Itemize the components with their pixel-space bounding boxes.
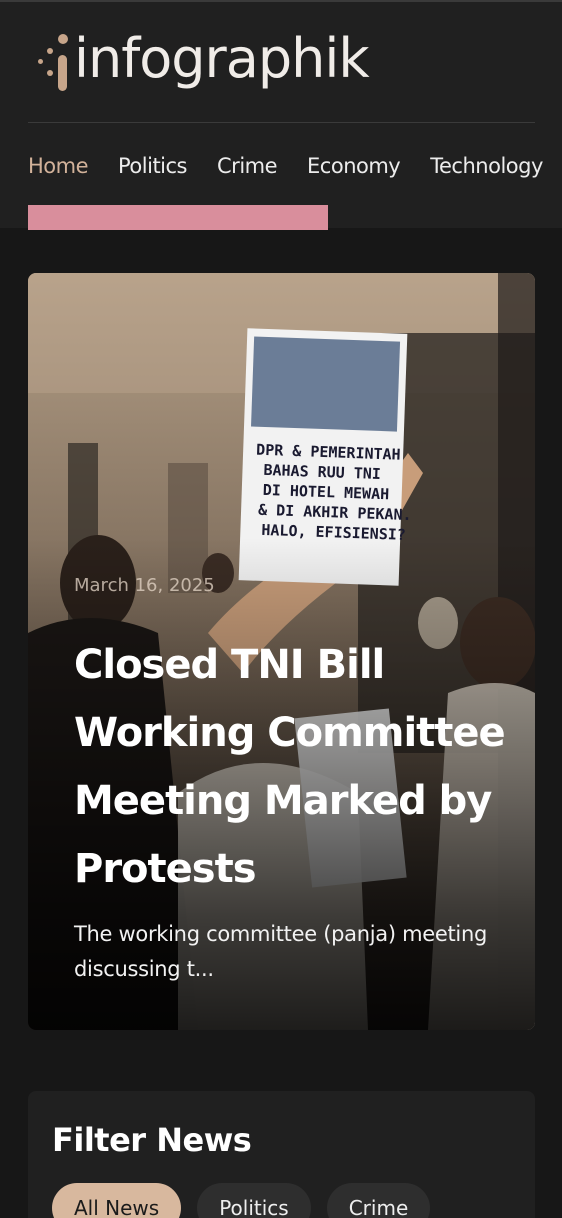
nav-item-politics[interactable]: Politics	[118, 154, 188, 178]
filter-chip-all-news[interactable]: All News	[52, 1183, 182, 1218]
filter-news-panel: Filter News All News Politics Crime	[28, 1091, 535, 1218]
nav-item-technology[interactable]: Technology	[430, 154, 543, 178]
nav-active-indicator	[28, 205, 328, 230]
filter-chip-crime[interactable]: Crime	[326, 1183, 431, 1218]
main-nav: Home Politics Crime Economy Technology	[28, 148, 543, 184]
site-header: infographik Home Politics Crime Economy …	[0, 2, 562, 230]
nav-item-crime[interactable]: Crime	[217, 154, 278, 178]
article-title[interactable]: Closed TNI Bill Working Committee Meetin…	[74, 631, 514, 903]
nav-item-home[interactable]: Home	[28, 154, 89, 178]
article-date: March 16, 2025	[74, 575, 215, 596]
filter-chips: All News Politics Crime	[52, 1183, 431, 1218]
page: infographik Home Politics Crime Economy …	[0, 0, 562, 1218]
filter-chip-politics[interactable]: Politics	[197, 1183, 311, 1218]
header-divider	[28, 122, 535, 123]
site-logo[interactable]: infographik	[36, 27, 370, 98]
filter-title: Filter News	[52, 1121, 252, 1159]
article-excerpt: The working committee (panja) meeting di…	[74, 922, 488, 981]
nav-item-economy[interactable]: Economy	[307, 154, 401, 178]
logo-wordmark: infographik	[74, 27, 370, 90]
logo-mark-icon	[36, 28, 74, 98]
featured-article-card[interactable]: DPR & PEMERINTAH BAHAS RUU TNI DI HOTEL …	[28, 273, 535, 1030]
